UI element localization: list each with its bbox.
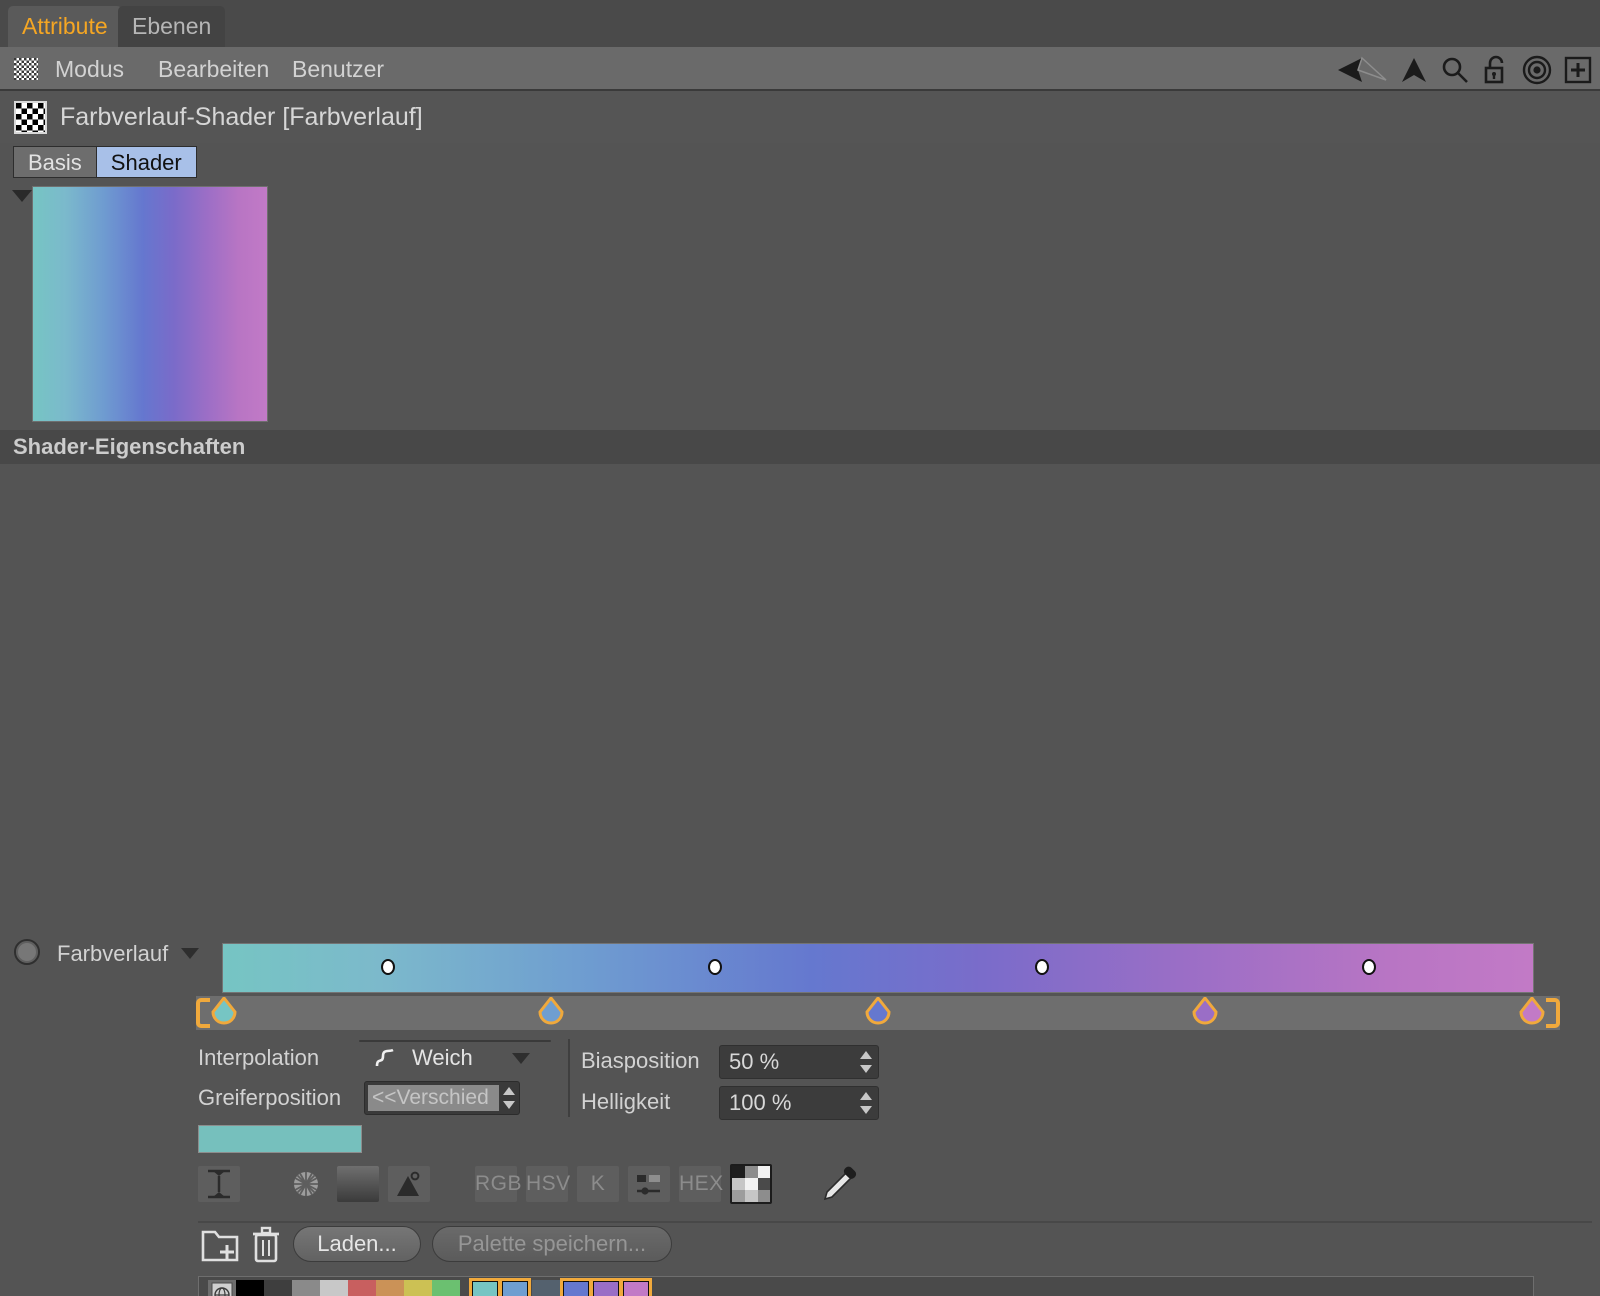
kelvin-mode-button[interactable]: K — [577, 1166, 619, 1202]
range-start-bracket[interactable] — [196, 998, 210, 1028]
palette-swatch[interactable] — [404, 1280, 432, 1296]
plus-box-icon[interactable] — [1564, 56, 1592, 84]
kelvin-mode-label: K — [577, 1166, 619, 1202]
object-header: Farbverlauf-Shader [Farbverlauf] — [0, 91, 1600, 143]
menu-item-modus[interactable]: Modus — [55, 56, 124, 82]
helligkeit-value: 100 % — [729, 1090, 791, 1115]
gradient-stop-handle[interactable] — [1519, 997, 1545, 1029]
control-divider — [568, 1039, 570, 1117]
sub-tabs: Basis Shader — [13, 146, 197, 178]
menu-bar: Modus Bearbeiten Benutzer — [0, 47, 1600, 91]
checker-pattern-icon[interactable] — [14, 58, 38, 80]
palette-swatch[interactable] — [432, 1280, 460, 1296]
interpolation-dropdown[interactable]: Weich — [359, 1040, 551, 1042]
section-header: Shader-Eigenschaften — [0, 430, 1600, 464]
label-greiferposition: Greiferposition — [198, 1085, 341, 1111]
new-folder-icon[interactable] — [200, 1226, 244, 1269]
eyedropper-icon[interactable] — [818, 1162, 862, 1206]
toolbar-icons — [1336, 55, 1592, 85]
tab-bar: Attribute Ebenen — [0, 0, 1600, 47]
radio-farbverlauf[interactable] — [14, 939, 40, 965]
shader-properties-panel: Farbverlauf Interpolation — [0, 464, 1600, 1296]
target-icon[interactable] — [1522, 55, 1552, 85]
label-farbverlauf: Farbverlauf — [57, 941, 168, 967]
image-picker-icon[interactable] — [388, 1166, 430, 1202]
hex-mode-label: HEX — [679, 1166, 721, 1202]
gripper-position-field[interactable]: <<Verschied — [364, 1081, 520, 1115]
palette-swatch-selected[interactable] — [622, 1280, 650, 1296]
load-palette-button[interactable]: Laden... — [293, 1226, 421, 1262]
menu-item-benutzer[interactable]: Benutzer — [292, 56, 384, 82]
palette-swatch[interactable] — [348, 1280, 376, 1296]
hsv-mode-button[interactable]: HSV — [526, 1166, 568, 1202]
palette-swatch[interactable] — [292, 1280, 320, 1296]
gradient-midpoint-handle[interactable] — [708, 959, 722, 975]
rgb-mode-button[interactable]: RGB — [475, 1166, 517, 1202]
tab-attribute[interactable]: Attribute — [8, 6, 122, 47]
gripper-position-value: <<Verschied — [368, 1085, 499, 1111]
palette-swatch[interactable] — [320, 1280, 348, 1296]
hex-mode-button[interactable]: HEX — [679, 1166, 721, 1202]
swatches-mode-button[interactable] — [730, 1164, 772, 1204]
search-icon[interactable] — [1440, 55, 1470, 85]
biasposition-stepper[interactable] — [860, 1051, 872, 1073]
tab-shader[interactable]: Shader — [96, 146, 197, 178]
rgb-mode-label: RGB — [475, 1166, 517, 1202]
save-palette-button[interactable]: Palette speichern... — [432, 1226, 672, 1262]
shader-preview[interactable] — [32, 186, 268, 422]
helligkeit-stepper[interactable] — [860, 1092, 872, 1114]
active-color-chip[interactable] — [198, 1125, 362, 1153]
palette-divider — [198, 1221, 1592, 1223]
palette-swatch-globe[interactable] — [208, 1280, 236, 1296]
gradient-midpoint-handle[interactable] — [1362, 959, 1376, 975]
page-title: Farbverlauf-Shader [Farbverlauf] — [60, 102, 423, 132]
gradient-stop-handle[interactable] — [865, 997, 891, 1029]
gradient-midpoint-handle[interactable] — [381, 959, 395, 975]
lock-icon[interactable] — [1482, 55, 1510, 85]
gradient-knot-icon[interactable] — [198, 1166, 240, 1202]
gradient-stop-handle[interactable] — [211, 997, 237, 1029]
trash-icon[interactable] — [250, 1226, 284, 1269]
helligkeit-field[interactable]: 100 % — [719, 1086, 879, 1120]
tab-ebenen[interactable]: Ebenen — [118, 6, 225, 47]
palette-swatch-selected[interactable] — [562, 1280, 590, 1296]
label-interpolation: Interpolation — [198, 1045, 319, 1071]
palette-swatch[interactable] — [236, 1280, 264, 1296]
gradient-midpoint-handle[interactable] — [1035, 959, 1049, 975]
label-helligkeit: Helligkeit — [581, 1089, 670, 1115]
smooth-curve-icon — [374, 1047, 396, 1069]
gradient-bar[interactable] — [222, 943, 1534, 993]
gradient-stop-handle[interactable] — [538, 997, 564, 1029]
sliders-mode-button[interactable] — [628, 1166, 670, 1202]
biasposition-field[interactable]: 50 % — [719, 1045, 879, 1079]
menu-item-bearbeiten[interactable]: Bearbeiten — [158, 56, 269, 82]
gripper-position-stepper[interactable] — [503, 1087, 515, 1109]
checker-shader-icon — [14, 101, 47, 134]
color-gradient-icon[interactable] — [337, 1166, 379, 1202]
biasposition-value: 50 % — [729, 1049, 779, 1074]
preview-collapse-arrow[interactable] — [12, 190, 32, 202]
interpolation-value: Weich — [412, 1041, 473, 1075]
gradient-stop-handle[interactable] — [1192, 997, 1218, 1029]
palette-swatch-selected[interactable] — [471, 1280, 499, 1296]
label-biasposition: Biasposition — [581, 1048, 700, 1074]
back-arrow-icon[interactable] — [1336, 56, 1388, 84]
section-title: Shader-Eigenschaften — [13, 434, 245, 460]
palette-swatch[interactable] — [376, 1280, 404, 1296]
tab-basis[interactable]: Basis — [13, 146, 96, 178]
palette-swatch-selected[interactable] — [501, 1280, 529, 1296]
palette-swatch-selected[interactable] — [592, 1280, 620, 1296]
range-end-bracket[interactable] — [1546, 998, 1560, 1028]
palette-swatch[interactable] — [532, 1280, 560, 1296]
chevron-down-icon[interactable] — [181, 948, 199, 959]
color-wheel-icon[interactable] — [285, 1166, 327, 1202]
chevron-down-icon — [512, 1053, 530, 1064]
up-arrow-icon[interactable] — [1400, 56, 1428, 84]
palette-swatch[interactable] — [264, 1280, 292, 1296]
hsv-mode-label: HSV — [526, 1166, 568, 1202]
